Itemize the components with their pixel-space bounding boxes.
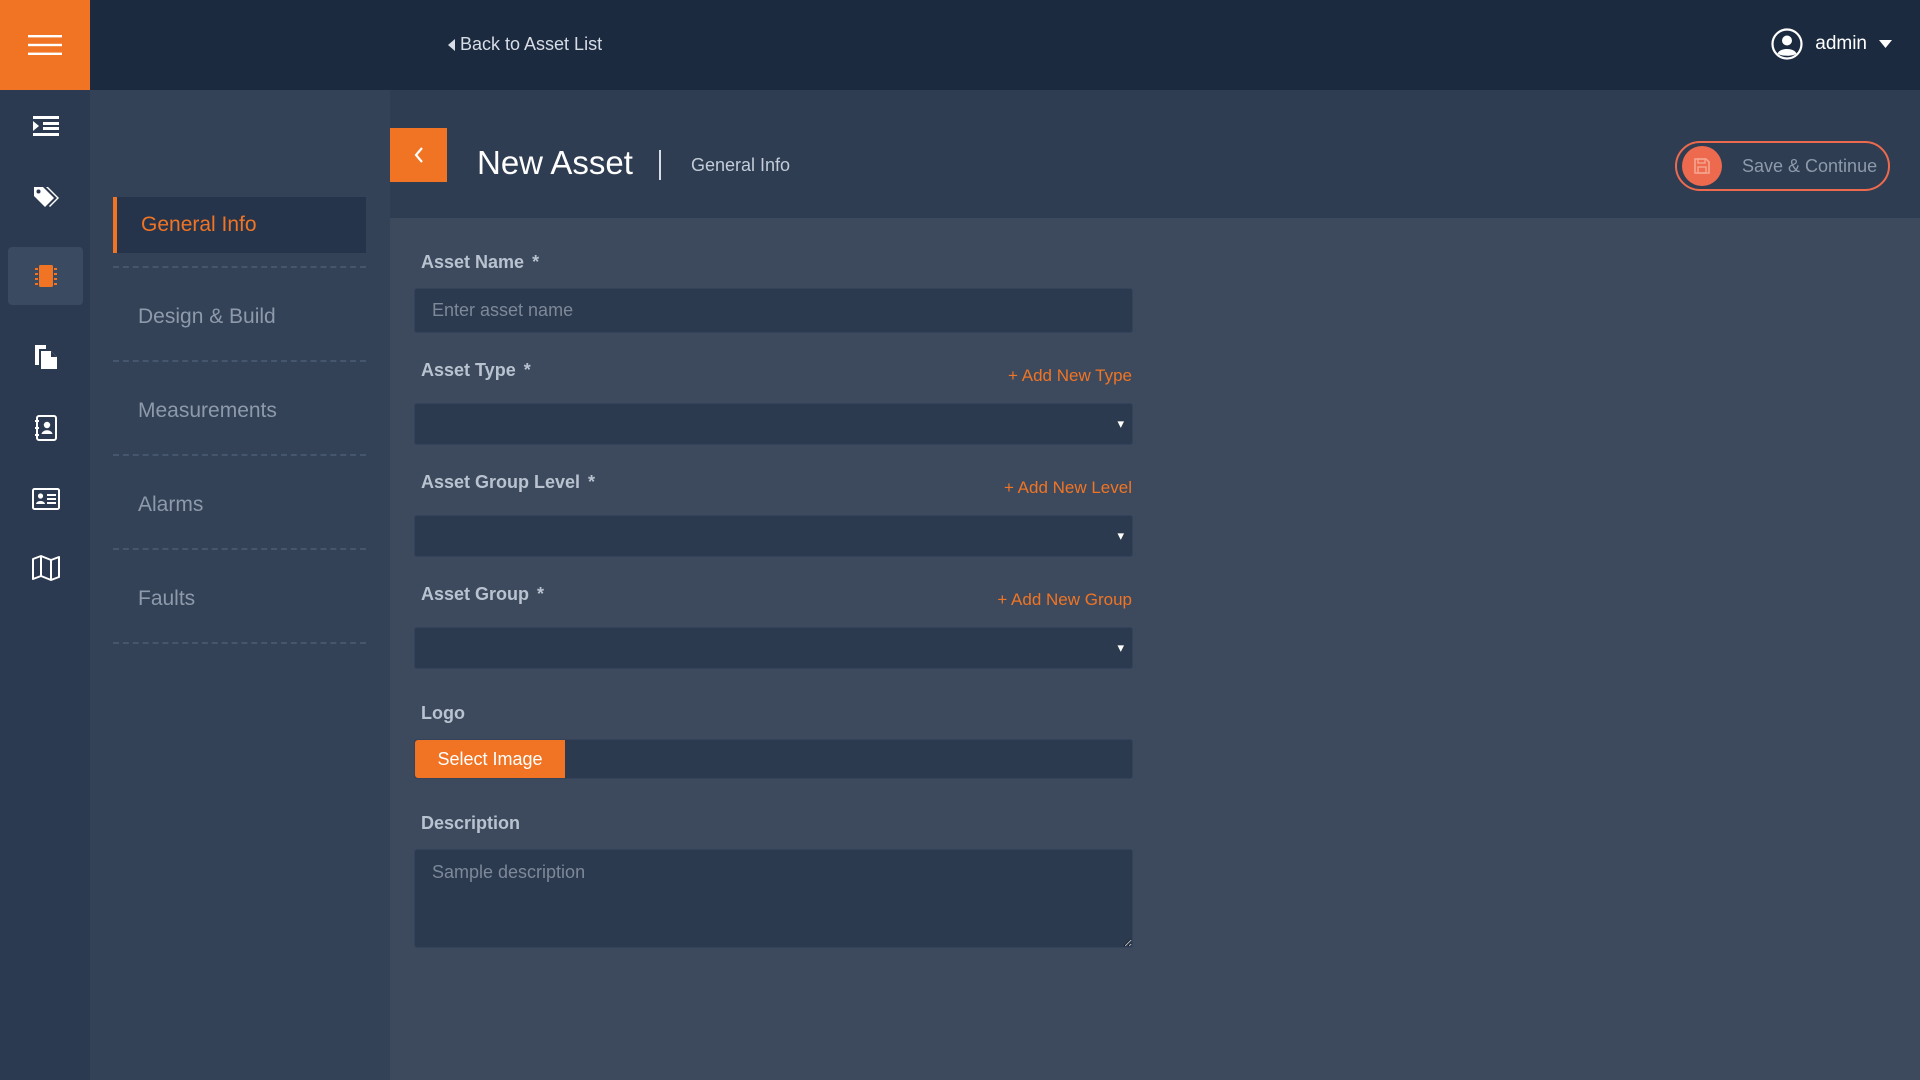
select-caret-icon: ▾ [1117, 640, 1124, 655]
title-separator [659, 150, 661, 180]
copy-documents-icon [34, 345, 57, 369]
floppy-disk-icon [1694, 158, 1710, 174]
rail-item-map[interactable] [8, 539, 83, 597]
asset-type-select[interactable]: ▾ [414, 403, 1133, 445]
rail-item-documents[interactable] [8, 328, 83, 386]
select-caret-icon: ▾ [1117, 416, 1124, 431]
page-title: New Asset [477, 144, 633, 181]
collapse-steps-button[interactable] [390, 128, 447, 182]
logo-label: Logo [421, 703, 465, 723]
hamburger-icon [28, 35, 62, 55]
step-design-build[interactable]: Design & Build [113, 289, 366, 345]
description-label: Description [421, 813, 521, 833]
step-divider [113, 266, 366, 268]
save-icon-circle [1682, 146, 1722, 186]
icon-rail [0, 90, 90, 1080]
page-subtitle: General Info [691, 155, 791, 175]
step-label: General Info [141, 213, 257, 236]
asset-group-label: Asset Group * [421, 584, 545, 604]
step-sidebar: General Info Design & Build Measurements… [90, 90, 390, 1080]
step-label: Alarms [138, 493, 204, 516]
step-divider [113, 642, 366, 644]
step-divider [113, 360, 366, 362]
caret-left-icon [448, 38, 455, 51]
microchip-icon [34, 265, 57, 287]
step-measurements[interactable]: Measurements [113, 383, 366, 439]
save-button-label: Save & Continue [1742, 155, 1878, 176]
user-avatar-icon [1771, 28, 1803, 60]
id-card-icon [31, 488, 60, 510]
asset-name-label: Asset Name * [421, 252, 540, 272]
step-alarms[interactable]: Alarms [113, 477, 366, 533]
description-field[interactable] [414, 849, 1133, 948]
rail-item-contacts[interactable] [8, 399, 83, 457]
step-general-info[interactable]: General Info [113, 197, 366, 253]
step-faults[interactable]: Faults [113, 571, 366, 627]
step-label: Design & Build [138, 305, 276, 328]
map-icon [31, 555, 60, 581]
asset-name-field[interactable] [414, 288, 1133, 333]
chevron-left-icon [414, 147, 423, 163]
tags-icon [33, 187, 59, 207]
user-menu[interactable]: admin [1771, 28, 1892, 60]
menu-toggle-button[interactable] [0, 0, 90, 90]
list-indent-icon [32, 116, 59, 136]
add-new-group-link[interactable]: + Add New Group [997, 590, 1132, 610]
add-new-level-link[interactable]: + Add New Level [1004, 478, 1132, 498]
contact-book-icon [34, 415, 57, 441]
chevron-down-icon [1879, 40, 1892, 48]
back-to-asset-list-link[interactable]: Back to Asset List [448, 34, 602, 55]
step-label: Measurements [138, 399, 277, 422]
asset-group-level-select[interactable]: ▾ [414, 515, 1133, 557]
step-divider [113, 454, 366, 456]
rail-item-tags[interactable] [8, 168, 83, 226]
asset-group-level-label: Asset Group Level * [421, 472, 596, 492]
asset-type-label: Asset Type * [421, 360, 531, 380]
save-continue-button[interactable]: Save & Continue [1675, 141, 1890, 191]
step-divider [113, 548, 366, 550]
select-caret-icon: ▾ [1117, 528, 1124, 543]
asset-group-select[interactable]: ▾ [414, 627, 1133, 669]
rail-item-list[interactable] [8, 97, 83, 155]
top-bar: Back to Asset List admin [0, 0, 1920, 90]
select-image-button[interactable]: Select Image [415, 740, 565, 778]
logo-file-field: Select Image [414, 739, 1133, 779]
description-textarea[interactable] [415, 850, 1132, 947]
user-name: admin [1815, 33, 1867, 54]
asset-name-input[interactable] [415, 289, 1132, 332]
add-new-type-link[interactable]: + Add New Type [1008, 366, 1132, 386]
back-link-label: Back to Asset List [460, 34, 603, 54]
step-label: Faults [138, 587, 196, 610]
rail-item-assets[interactable] [8, 247, 83, 305]
rail-item-id-card[interactable] [8, 470, 83, 528]
